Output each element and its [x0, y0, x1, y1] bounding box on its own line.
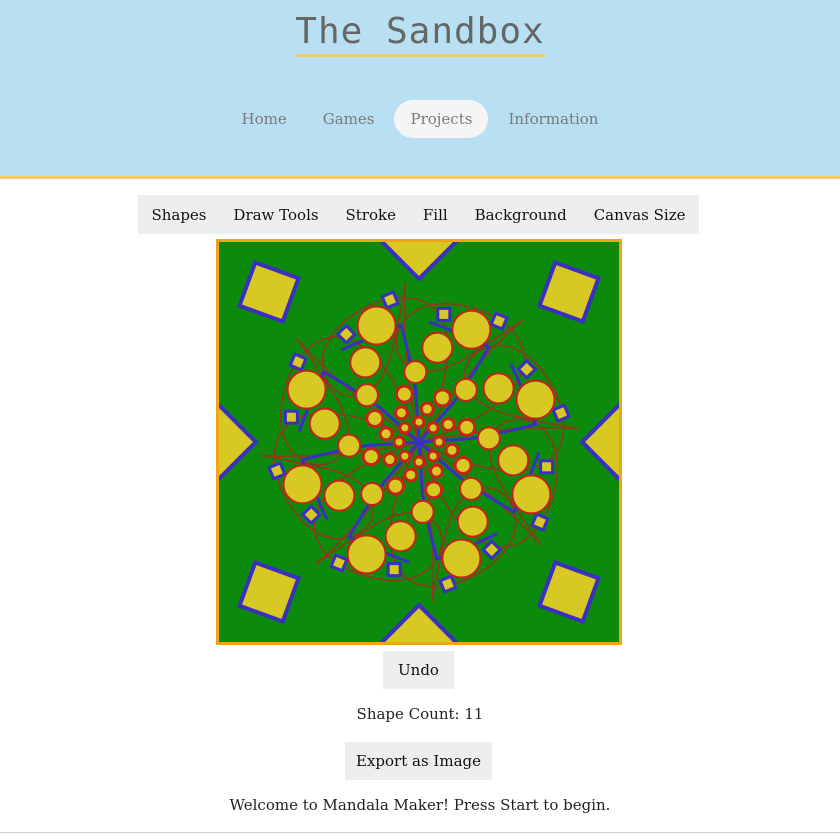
spiral-circle: [394, 384, 414, 404]
spiral-circle: [365, 409, 385, 429]
small-square: [438, 574, 458, 594]
shape-count: Shape Count: 11: [356, 705, 484, 723]
spiral-circle: [403, 467, 419, 483]
spiral-circle: [386, 476, 406, 496]
spiral-circle: [282, 464, 323, 505]
spiral-circle: [497, 444, 530, 477]
spiral-circle: [346, 534, 387, 575]
spiral-circle: [424, 480, 444, 500]
spiral-circle: [349, 346, 382, 379]
spiral-circle: [361, 447, 381, 467]
spiral-circle: [356, 305, 397, 346]
mandala-drawing[interactable]: [219, 242, 619, 642]
export-image-button[interactable]: Export as Image: [345, 742, 492, 780]
spiral-circle: [360, 482, 385, 507]
spiral-circle: [426, 421, 440, 435]
spiral-circle: [511, 474, 552, 515]
spiral-circle: [459, 476, 484, 501]
main-nav: Home Games Projects Information: [0, 100, 840, 138]
spiral-circle: [286, 369, 327, 410]
spiral-circle: [393, 405, 409, 421]
site-title-text: The Sandbox: [295, 10, 545, 57]
spiral-circle: [382, 452, 398, 468]
mandala-toolbar: Shapes Draw Tools Stroke Fill Background…: [138, 195, 699, 234]
spiral-circle: [432, 388, 452, 408]
spiral-circle: [429, 463, 445, 479]
spiral-circle: [421, 331, 454, 364]
small-square: [386, 562, 402, 578]
spiral-circle: [392, 435, 406, 449]
spiral-circle: [440, 416, 456, 432]
spiral-circle: [426, 449, 440, 463]
menu-fill[interactable]: Fill: [419, 206, 452, 224]
menu-shapes[interactable]: Shapes: [147, 206, 210, 224]
small-square: [267, 461, 287, 481]
spiral-circle: [453, 455, 473, 475]
spiral-circle: [398, 449, 412, 463]
small-square: [551, 403, 571, 423]
spiral-circle: [419, 401, 435, 417]
spiral-circle: [378, 426, 394, 442]
spiral-circle: [451, 309, 492, 350]
spiral-circle: [308, 407, 341, 440]
spiral-circle: [476, 426, 501, 451]
spiral-circle: [398, 421, 412, 435]
mandala-canvas[interactable]: [216, 239, 622, 645]
menu-canvas-size[interactable]: Canvas Size: [590, 206, 690, 224]
footer-divider: [0, 832, 840, 833]
nav-information[interactable]: Information: [492, 100, 614, 138]
spiral-circle: [441, 538, 482, 579]
spiral-circle: [432, 435, 446, 449]
site-title: The Sandbox: [0, 10, 840, 57]
small-square: [283, 409, 299, 425]
spiral-circle: [412, 415, 426, 429]
spiral-circle: [354, 383, 379, 408]
small-square: [329, 553, 349, 573]
small-square: [530, 512, 550, 532]
spiral-circle: [323, 479, 356, 512]
spiral-circle: [410, 499, 435, 524]
small-square: [288, 352, 308, 372]
spiral-circle: [457, 417, 477, 437]
site-header: The Sandbox Home Games Projects Informat…: [0, 0, 840, 179]
menu-stroke[interactable]: Stroke: [341, 206, 399, 224]
nav-projects[interactable]: Projects: [394, 100, 489, 138]
spiral-circle: [403, 360, 428, 385]
spiral-circle: [515, 379, 556, 420]
spiral-circle: [482, 372, 515, 405]
spiral-circle: [453, 377, 478, 402]
nav-games[interactable]: Games: [307, 100, 391, 138]
nav-home[interactable]: Home: [226, 100, 303, 138]
spiral-circle: [456, 505, 489, 538]
small-square: [489, 311, 509, 331]
small-square: [539, 459, 555, 475]
menu-draw-tools[interactable]: Draw Tools: [229, 206, 322, 224]
spiral-circle: [337, 433, 362, 458]
menu-background[interactable]: Background: [471, 206, 571, 224]
spiral-circle: [444, 442, 460, 458]
small-square: [380, 290, 400, 310]
undo-button[interactable]: Undo: [383, 651, 454, 689]
spiral-circle: [412, 455, 426, 469]
spiral-circle: [384, 520, 417, 553]
small-square: [436, 306, 452, 322]
status-message: Welcome to Mandala Maker! Press Start to…: [229, 796, 611, 814]
